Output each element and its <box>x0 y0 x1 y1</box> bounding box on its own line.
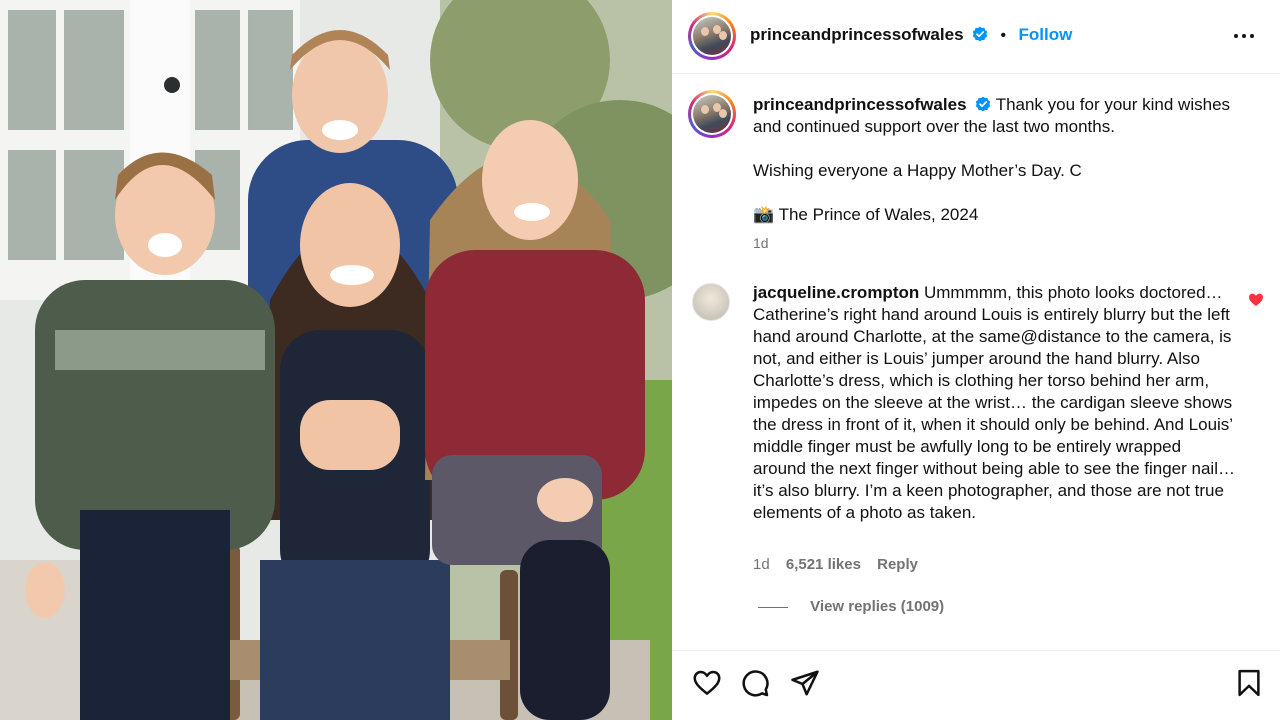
commenter-username[interactable]: jacqueline.crompton <box>753 283 919 302</box>
bookmark-icon[interactable] <box>1234 668 1264 698</box>
caption-timestamp[interactable]: 1d <box>753 235 769 251</box>
comment-icon[interactable] <box>740 668 770 698</box>
post-details-panel: princeandprincessofwales • Follow prince… <box>672 0 1280 720</box>
more-options-icon[interactable] <box>1232 26 1260 46</box>
caption-username[interactable]: princeandprincessofwales <box>753 95 967 114</box>
commenter-avatar[interactable] <box>692 283 730 321</box>
caption-avatar[interactable] <box>688 90 736 138</box>
comment-likes[interactable]: 6,521 likes <box>786 556 861 573</box>
replies-divider-line <box>758 606 788 608</box>
liked-heart-icon[interactable] <box>1248 292 1264 308</box>
caption-line-3: The Prince of Wales, 2024 <box>778 205 979 224</box>
reply-button[interactable]: Reply <box>877 556 918 573</box>
follow-button[interactable]: Follow <box>1019 25 1073 44</box>
verified-badge-icon <box>972 26 988 42</box>
comment-meta: 1d 6,521 likes Reply <box>753 556 918 573</box>
camera-icon: 📸 <box>753 205 775 224</box>
verified-badge-icon <box>976 96 991 112</box>
comment-body: jacqueline.crompton Ummmmm, this photo l… <box>753 282 1237 524</box>
action-bar <box>672 650 1280 720</box>
post-caption: princeandprincessofwales Thank you for y… <box>753 94 1263 254</box>
share-icon[interactable] <box>790 668 820 698</box>
comment-text: Ummmmm, this photo looks doctored… Cathe… <box>753 283 1235 522</box>
heart-icon[interactable] <box>692 668 722 698</box>
profile-avatar[interactable] <box>688 12 736 60</box>
post-header: princeandprincessofwales • Follow <box>672 0 1280 74</box>
header-username[interactable]: princeandprincessofwales <box>750 25 964 44</box>
caption-line-2: Wishing everyone a Happy Mother’s Day. C <box>753 161 1082 180</box>
view-replies-label: View replies (1009) <box>810 598 945 615</box>
view-replies-button[interactable]: View replies (1009) <box>758 598 944 615</box>
header-line: princeandprincessofwales • Follow <box>750 25 1072 45</box>
comment-timestamp[interactable]: 1d <box>753 556 770 573</box>
separator-dot: • <box>1000 27 1007 44</box>
family-photo-illustration <box>0 0 672 720</box>
post-photo[interactable] <box>0 0 672 720</box>
